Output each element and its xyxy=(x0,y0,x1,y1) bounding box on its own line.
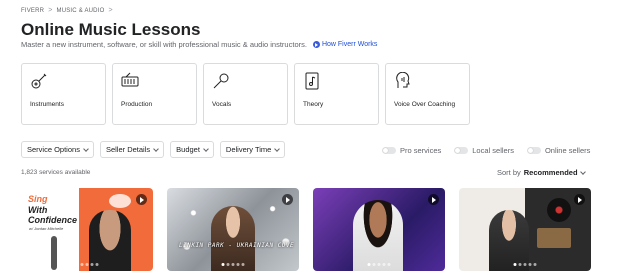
filter-seller-details[interactable]: Seller Details xyxy=(99,141,165,158)
filter-delivery-time[interactable]: Delivery Time xyxy=(219,141,286,158)
video-play-icon[interactable] xyxy=(574,194,585,205)
gig-card-list: Sing With Confidence w/ Jordan Mitchelle… xyxy=(21,188,591,271)
guitar-icon xyxy=(31,73,47,89)
category-production[interactable]: Production xyxy=(112,63,197,125)
gig-card-thumbnail[interactable] xyxy=(459,188,591,271)
chevron-down-icon xyxy=(203,145,209,152)
microphone-icon xyxy=(213,73,229,89)
chevron-down-icon xyxy=(274,145,281,152)
breadcrumb-separator: > xyxy=(108,7,113,14)
category-label: Instruments xyxy=(30,101,64,108)
instructor-photo xyxy=(89,210,131,271)
breadcrumb: FIVERR > MUSIC & AUDIO > xyxy=(21,7,113,14)
breadcrumb-separator: > xyxy=(48,7,53,14)
video-play-icon[interactable] xyxy=(282,194,293,205)
category-voice-over-coaching[interactable]: Voice Over Coaching xyxy=(385,63,470,125)
voice-head-icon xyxy=(396,72,410,88)
filter-label: Budget xyxy=(176,145,200,154)
sheet-music-icon xyxy=(305,72,319,90)
gig-card-thumbnail[interactable]: LINKIN PARK - UKRAINIAN COVE xyxy=(167,188,299,271)
how-link-label: How Fiverr Works xyxy=(321,41,378,48)
toggle-pro-services[interactable]: Pro services xyxy=(382,146,441,155)
category-label: Theory xyxy=(303,101,324,108)
filter-label: Delivery Time xyxy=(225,145,272,154)
thumbnail-text: With xyxy=(28,205,48,215)
toggle-online-sellers[interactable]: Online sellers xyxy=(526,146,591,155)
thumbnail-caption: LINKIN PARK - UKRAINIAN COVE xyxy=(179,242,295,249)
toggle-local-sellers[interactable]: Local sellers xyxy=(454,146,514,155)
toggle-switch[interactable] xyxy=(454,147,469,154)
breadcrumb-category[interactable]: MUSIC & AUDIO xyxy=(57,8,105,14)
toggle-label: Pro services xyxy=(400,146,442,155)
category-label: Production xyxy=(121,101,153,108)
instructor-photo xyxy=(211,206,255,271)
video-play-icon[interactable] xyxy=(428,194,439,205)
subtitle-text: Master a new instrument, software, or sk… xyxy=(21,40,307,49)
filter-budget[interactable]: Budget xyxy=(170,141,214,158)
chevron-down-icon xyxy=(83,145,89,152)
carousel-dots[interactable] xyxy=(221,263,245,266)
chevron-down-icon xyxy=(153,145,159,152)
chevron-down-icon xyxy=(579,168,586,175)
filter-bar: Service Options Seller Details Budget De… xyxy=(21,141,286,158)
category-theory[interactable]: Theory xyxy=(294,63,379,125)
thumbnail-text: Confidence xyxy=(28,215,78,225)
amplifier-image xyxy=(537,228,571,248)
thumbnail-text: Sing xyxy=(28,194,48,204)
gig-card-thumbnail[interactable] xyxy=(313,188,445,271)
category-label: Vocals xyxy=(212,101,232,108)
filter-label: Service Options xyxy=(27,145,80,154)
filter-service-options[interactable]: Service Options xyxy=(21,141,94,158)
filter-label: Seller Details xyxy=(105,145,151,154)
microphone-stand-image xyxy=(51,236,57,270)
page-subtitle: Master a new instrument, software, or sk… xyxy=(21,40,377,49)
category-instruments[interactable]: Instruments xyxy=(21,63,106,125)
sort-dropdown[interactable]: Sort by Recommended xyxy=(497,168,586,177)
carousel-dots[interactable] xyxy=(513,263,537,266)
toggle-label: Online sellers xyxy=(544,146,591,155)
carousel-dots[interactable] xyxy=(75,263,99,266)
vinyl-record-image xyxy=(547,198,571,222)
breadcrumb-home[interactable]: FIVERR xyxy=(21,8,44,14)
gig-card-thumbnail[interactable]: Sing With Confidence w/ Jordan Mitchelle xyxy=(21,188,153,271)
thumbnail-byline: w/ Jordan Mitchelle xyxy=(29,226,64,231)
toggle-label: Local sellers xyxy=(472,146,514,155)
instructor-photo xyxy=(353,200,403,271)
carousel-dots[interactable] xyxy=(367,263,391,266)
toggle-switch[interactable] xyxy=(526,147,541,154)
instructor-photo xyxy=(489,210,529,271)
results-count: 1,823 services available xyxy=(21,169,91,176)
logo-badge xyxy=(109,194,131,208)
toggle-switch[interactable] xyxy=(382,147,396,154)
category-vocals[interactable]: Vocals xyxy=(203,63,288,125)
toggle-group: Pro services Local sellers Online seller… xyxy=(382,146,590,155)
category-tiles: Instruments Production Vocals Theory Voi… xyxy=(21,63,470,125)
how-fiverr-works-link[interactable]: How Fiverr Works xyxy=(312,41,378,48)
video-play-icon[interactable] xyxy=(136,194,147,205)
page-title: Online Music Lessons xyxy=(21,20,201,39)
sort-value: Recommended xyxy=(523,168,578,177)
sort-label: Sort by xyxy=(497,168,521,177)
play-circle-icon xyxy=(312,41,320,48)
mixer-icon xyxy=(121,72,139,87)
category-label: Voice Over Coaching xyxy=(394,101,456,108)
